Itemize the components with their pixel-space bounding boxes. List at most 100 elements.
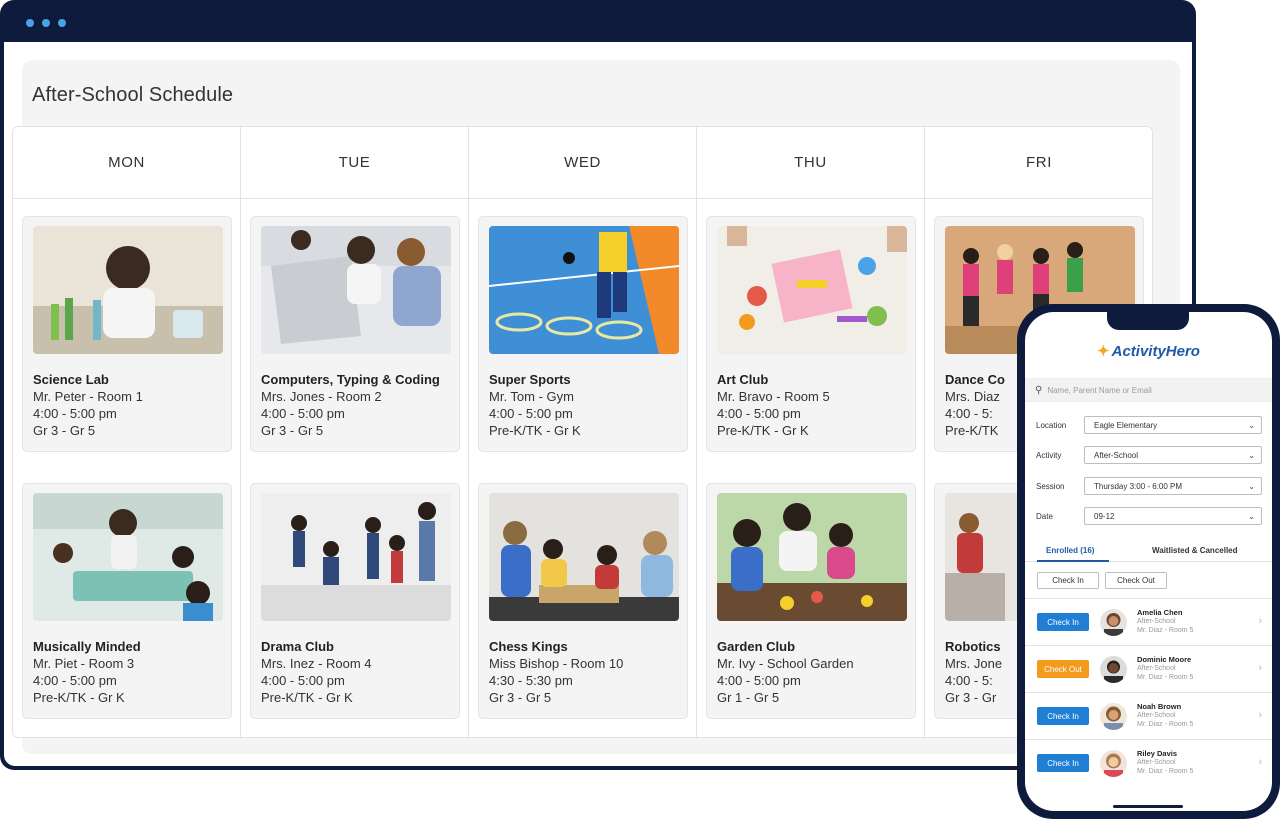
activity-select[interactable]: After-School ⌄ [1084, 446, 1262, 464]
check-in-button[interactable]: Check In [1037, 613, 1089, 631]
activity-title: Robotics [945, 639, 1001, 654]
activity-details: Musically Minded Mr. Piet - Room 3 4:00 … [33, 638, 141, 706]
activity-time: 4:00 - 5:00 pm [33, 673, 117, 688]
date-select[interactable]: 09-12 ⌄ [1084, 507, 1262, 525]
activity-grades: Pre-K/TK - Gr K [489, 423, 581, 438]
select-value: Thursday 3:00 - 6:00 PM [1094, 481, 1183, 491]
window-dot-icon[interactable] [58, 19, 66, 27]
schedule-grid: MON Science Lab Mr. Peter - Room 1 4:00 … [12, 126, 1153, 738]
student-name: Amelia Chen [1137, 608, 1183, 617]
search-icon: ⚲ [1035, 384, 1043, 396]
phone-frame: ✦ ActivityHero ⚲ Name, Parent Name or Ema… [1017, 304, 1280, 819]
activity-time: 4:00 - 5: [945, 406, 993, 421]
select-value: After-School [1094, 450, 1139, 460]
home-indicator [1113, 805, 1183, 808]
chevron-right-icon: › [1258, 709, 1262, 721]
activity-grades: Pre-K/TK - Gr K [261, 690, 353, 705]
chevron-down-icon: ⌄ [1248, 481, 1255, 491]
activity-teacher: Mrs. Diaz [945, 389, 1000, 404]
day-column-wed: WED Super Sports Mr. Tom - Gym 4:00 - 5:… [469, 127, 697, 737]
session-select[interactable]: Thursday 3:00 - 6:00 PM ⌄ [1084, 477, 1262, 495]
avatar [1100, 750, 1127, 777]
activity-title: Musically Minded [33, 639, 141, 654]
tab-enrolled[interactable]: Enrolled (16) [1046, 546, 1094, 555]
brand-logo: ✦ ActivityHero [1025, 342, 1272, 360]
activity-photo [33, 226, 223, 354]
tab-waitlisted[interactable]: Waitlisted & Cancelled [1152, 546, 1238, 555]
search-placeholder: Name, Parent Name or Email [1047, 385, 1152, 395]
filter-location: Location Eagle Elementary ⌄ [1036, 416, 1262, 434]
activity-title: Garden Club [717, 639, 796, 654]
activity-photo [489, 493, 679, 621]
student-location: Mr. Diaz - Room 5 [1137, 674, 1194, 681]
chevron-right-icon: › [1258, 615, 1262, 627]
student-activity: After-School [1137, 759, 1176, 766]
roster-item[interactable]: Check Out Dominic Moore After-School Mr.… [1025, 645, 1272, 692]
roster-tabs: Enrolled (16) Waitlisted & Cancelled [1025, 542, 1272, 562]
check-out-button[interactable]: Check Out [1037, 660, 1089, 678]
activity-teacher: Mrs. Jones - Room 2 [261, 389, 382, 404]
activity-time: 4:30 - 5:30 pm [489, 673, 573, 688]
student-name: Riley Davis [1137, 749, 1178, 758]
check-out-all-button[interactable]: Check Out [1105, 572, 1167, 589]
activity-teacher: Mr. Tom - Gym [489, 389, 574, 404]
day-header: MON [13, 127, 240, 199]
check-in-button[interactable]: Check In [1037, 707, 1089, 725]
day-column-tue: TUE Computers, Typing & Coding Mrs. Jone… [241, 127, 469, 737]
activity-details: Computers, Typing & Coding Mrs. Jones - … [261, 371, 440, 439]
activity-teacher: Mr. Piet - Room 3 [33, 656, 135, 671]
chevron-down-icon: ⌄ [1248, 420, 1255, 430]
day-header: WED [469, 127, 696, 199]
activity-card[interactable]: Drama Club Mrs. Inez - Room 4 4:00 - 5:0… [250, 483, 460, 719]
avatar [1100, 656, 1127, 683]
student-name: Noah Brown [1137, 702, 1182, 711]
filter-label: Session [1036, 481, 1065, 491]
roster-item[interactable]: Check In Noah Brown After-School Mr. Dia… [1025, 692, 1272, 739]
chevron-right-icon: › [1258, 662, 1262, 674]
phone-notch [1107, 312, 1189, 330]
check-in-button[interactable]: Check In [1037, 754, 1089, 772]
activity-time: 4:00 - 5:00 pm [717, 406, 801, 421]
student-activity: After-School [1137, 618, 1176, 625]
select-value: Eagle Elementary [1094, 420, 1158, 430]
check-in-all-button[interactable]: Check In [1037, 572, 1099, 589]
roster-item[interactable]: Check In Riley Davis After-School Mr. Di… [1025, 739, 1272, 786]
activity-teacher: Mrs. Inez - Room 4 [261, 656, 372, 671]
window-dot-icon[interactable] [26, 19, 34, 27]
activity-card[interactable]: Art Club Mr. Bravo - Room 5 4:00 - 5:00 … [706, 216, 916, 452]
activity-card[interactable]: Computers, Typing & Coding Mrs. Jones - … [250, 216, 460, 452]
activity-card[interactable]: Super Sports Mr. Tom - Gym 4:00 - 5:00 p… [478, 216, 688, 452]
activity-title: Dance Co [945, 372, 1005, 387]
activity-time: 4:00 - 5:00 pm [33, 406, 117, 421]
activityhero-logo-icon: ✦ [1097, 343, 1110, 360]
activity-grades: Gr 3 - Gr [945, 690, 997, 705]
filter-label: Date [1036, 511, 1053, 521]
activity-card[interactable]: Science Lab Mr. Peter - Room 1 4:00 - 5:… [22, 216, 232, 452]
activity-photo [261, 226, 451, 354]
student-location: Mr. Diaz - Room 5 [1137, 627, 1194, 634]
activity-title: Chess Kings [489, 639, 568, 654]
activity-details: Science Lab Mr. Peter - Room 1 4:00 - 5:… [33, 371, 143, 439]
activity-details: Garden Club Mr. Ivy - School Garden 4:00… [717, 638, 854, 706]
page-title: After-School Schedule [32, 84, 234, 106]
roster-item[interactable]: Check In Amelia Chen After-School Mr. Di… [1025, 598, 1272, 645]
window-dot-icon[interactable] [42, 19, 50, 27]
filter-activity: Activity After-School ⌄ [1036, 446, 1262, 464]
filter-date: Date 09-12 ⌄ [1036, 507, 1262, 525]
avatar [1100, 609, 1127, 636]
activity-details: Super Sports Mr. Tom - Gym 4:00 - 5:00 p… [489, 371, 581, 439]
activity-teacher: Mr. Ivy - School Garden [717, 656, 854, 671]
day-column-thu: THU Art Club Mr. Bravo - Room 5 4:00 - 5… [697, 127, 925, 737]
activity-time: 4:00 - 5:00 pm [261, 406, 345, 421]
activity-title: Computers, Typing & Coding [261, 372, 440, 387]
location-select[interactable]: Eagle Elementary ⌄ [1084, 416, 1262, 434]
avatar [1100, 703, 1127, 730]
chevron-down-icon: ⌄ [1248, 450, 1255, 460]
activity-card[interactable]: Garden Club Mr. Ivy - School Garden 4:00… [706, 483, 916, 719]
activity-card[interactable]: Chess Kings Miss Bishop - Room 10 4:30 -… [478, 483, 688, 719]
activity-card[interactable]: Musically Minded Mr. Piet - Room 3 4:00 … [22, 483, 232, 719]
activity-title: Art Club [717, 372, 769, 387]
activity-details: Chess Kings Miss Bishop - Room 10 4:30 -… [489, 638, 623, 706]
search-input[interactable]: ⚲ Name, Parent Name or Email [1025, 378, 1272, 402]
activity-details: Drama Club Mrs. Inez - Room 4 4:00 - 5:0… [261, 638, 372, 706]
